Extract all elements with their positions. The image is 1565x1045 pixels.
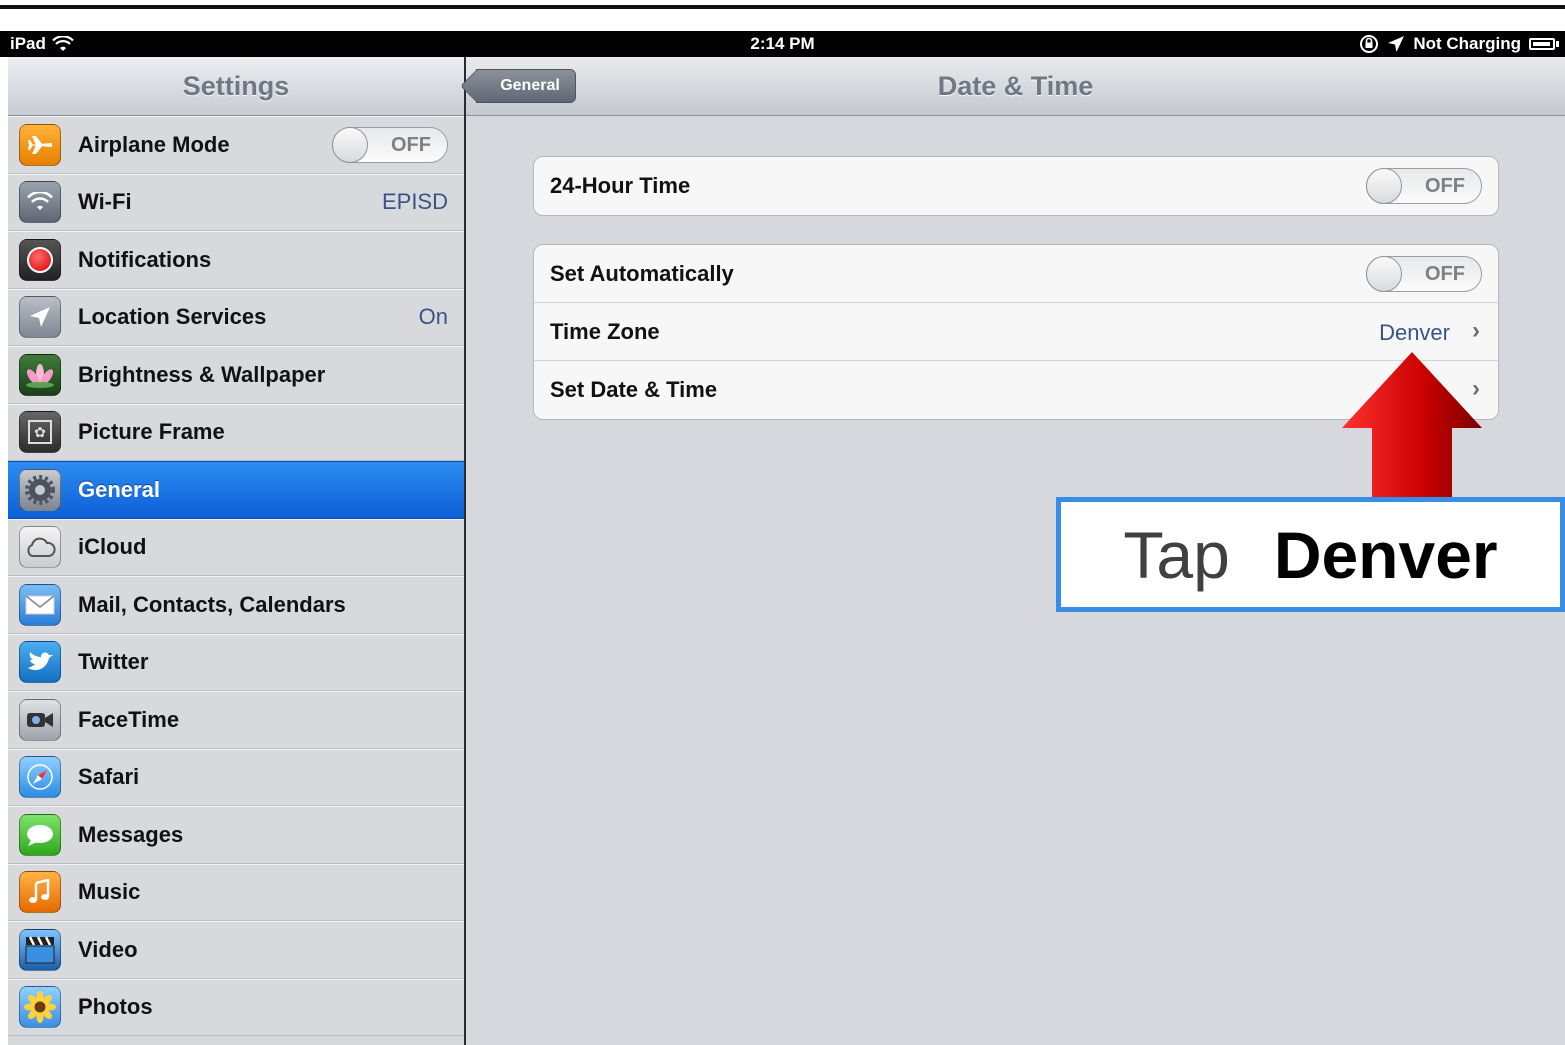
toggle-state: OFF — [1425, 263, 1465, 285]
navigation-bar: Date & Time General — [466, 57, 1565, 116]
instruction-callout: Tap Denver — [1056, 497, 1565, 612]
back-button-label: General — [500, 77, 560, 94]
sidebar-item-photos[interactable]: Photos — [8, 978, 464, 1036]
sidebar-item-wifi[interactable]: Wi-Fi EPISD — [8, 173, 464, 231]
screenshot-top-rule — [0, 5, 1565, 9]
settings-sidebar: Settings Airplane Mode OFF Wi-Fi EPISD N… — [8, 57, 466, 1045]
status-time: 2:14 PM — [750, 34, 815, 53]
sidebar-item-safari[interactable]: Safari — [8, 748, 464, 806]
sidebar-item-label: Location Services — [78, 304, 267, 330]
sidebar-item-label: General — [78, 476, 160, 502]
chevron-right-icon: › — [1472, 317, 1480, 344]
sidebar-item-icloud[interactable]: iCloud — [8, 518, 464, 576]
instruction-verb: Tap — [1123, 517, 1230, 592]
wifi-network-value: EPISD — [381, 189, 448, 215]
compass-icon — [19, 756, 61, 799]
set-automatically-toggle[interactable]: OFF — [1366, 256, 1482, 292]
location-arrow-icon — [1388, 36, 1405, 52]
sidebar-item-label: Wi-Fi — [78, 189, 132, 215]
sidebar-item-facetime[interactable]: FaceTime — [8, 691, 464, 749]
row-set-automatically[interactable]: Set Automatically OFF — [534, 245, 1498, 303]
page-title: Date & Time — [937, 71, 1094, 101]
sidebar-item-label: Notifications — [78, 246, 212, 272]
group-24-hour: 24-Hour Time OFF — [533, 156, 1499, 216]
sidebar-item-airplane-mode[interactable]: Airplane Mode OFF — [8, 116, 464, 174]
flower-icon — [19, 353, 61, 396]
battery-tip — [1556, 41, 1559, 47]
row-label: Set Date & Time — [550, 377, 718, 402]
toggle-knob — [1366, 256, 1402, 292]
sidebar-item-label: iCloud — [78, 534, 147, 560]
sidebar-item-label: Picture Frame — [78, 419, 225, 445]
sidebar-item-music[interactable]: Music — [8, 863, 464, 921]
row-label: 24-Hour Time — [550, 173, 691, 198]
screenshot-left-margin — [0, 31, 8, 1045]
row-label: Time Zone — [550, 319, 660, 344]
sidebar-item-picture-frame[interactable]: ✿ Picture Frame — [8, 403, 464, 461]
row-24-hour-time[interactable]: 24-Hour Time OFF — [534, 157, 1498, 215]
sidebar-item-label: Safari — [78, 764, 140, 790]
twitter-bird-icon — [19, 641, 61, 684]
row-label: Set Automatically — [550, 261, 734, 286]
notifications-icon — [19, 238, 61, 281]
red-up-arrow-icon — [1342, 352, 1482, 498]
speech-bubble-icon — [19, 813, 61, 856]
toggle-state: OFF — [391, 133, 431, 156]
location-icon — [19, 296, 61, 339]
clapperboard-icon — [19, 928, 61, 971]
sidebar-item-label: Mail, Contacts, Calendars — [78, 591, 346, 617]
sidebar-item-mail-contacts-calendars[interactable]: Mail, Contacts, Calendars — [8, 576, 464, 634]
gear-icon — [19, 468, 61, 511]
hour24-toggle[interactable]: OFF — [1366, 168, 1482, 204]
sidebar-title: Settings — [8, 57, 464, 116]
sidebar-item-twitter[interactable]: Twitter — [8, 633, 464, 691]
sidebar-item-label: Brightness & Wallpaper — [78, 361, 326, 387]
location-services-value: On — [418, 304, 448, 330]
picture-frame-icon: ✿ — [19, 411, 61, 454]
toggle-knob — [1366, 168, 1402, 204]
mail-icon — [19, 583, 61, 626]
sidebar-item-label: Video — [78, 936, 138, 962]
instruction-target: Denver — [1273, 517, 1498, 592]
rotation-lock-icon — [1360, 35, 1379, 53]
sidebar-item-location-services[interactable]: Location Services On — [8, 288, 464, 346]
airplane-icon — [19, 123, 61, 166]
back-button-general[interactable]: General — [476, 69, 576, 103]
status-bar: iPad 2:14 PM Not Charging — [0, 31, 1565, 57]
sidebar-item-label: Airplane Mode — [78, 131, 230, 157]
sunflower-icon — [19, 986, 61, 1029]
toggle-state: OFF — [1425, 175, 1465, 197]
sidebar-item-video[interactable]: Video — [8, 921, 464, 979]
sidebar-item-label: Messages — [78, 821, 184, 847]
battery-icon — [1529, 38, 1555, 50]
sidebar-item-label: Twitter — [78, 649, 149, 675]
time-zone-value[interactable]: Denver — [1379, 320, 1450, 346]
sidebar-item-label: Music — [78, 879, 141, 905]
toggle-knob — [332, 126, 368, 163]
sidebar-item-label: FaceTime — [78, 706, 180, 732]
sidebar-item-label: Photos — [78, 994, 153, 1020]
cloud-icon — [19, 526, 61, 569]
music-note-icon — [19, 871, 61, 914]
status-right: Not Charging — [1359, 34, 1559, 54]
wifi-icon — [19, 181, 61, 224]
airplane-mode-toggle[interactable]: OFF — [332, 126, 448, 163]
sidebar-item-general[interactable]: General — [8, 461, 464, 519]
sidebar-item-brightness-wallpaper[interactable]: Brightness & Wallpaper — [8, 346, 464, 404]
sidebar-item-notifications[interactable]: Notifications — [8, 231, 464, 289]
camera-icon — [19, 698, 61, 741]
charging-status: Not Charging — [1413, 34, 1521, 53]
sidebar-item-messages[interactable]: Messages — [8, 806, 464, 864]
